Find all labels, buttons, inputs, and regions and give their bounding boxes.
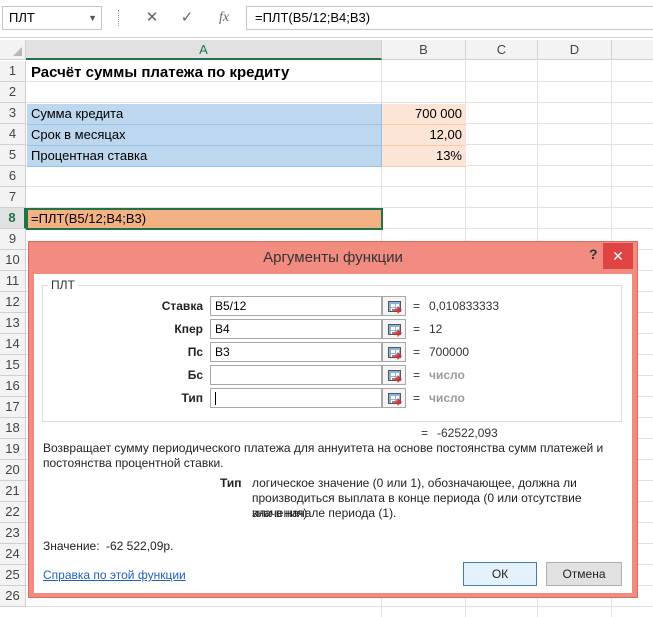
cell-a8-active[interactable]: =ПЛТ(B5/12;B4;B3) bbox=[26, 208, 383, 230]
row-header-21[interactable]: 21 bbox=[0, 481, 26, 502]
cell-b5[interactable]: 13% bbox=[382, 146, 466, 167]
row-header-15[interactable]: 15 bbox=[0, 355, 26, 376]
equals-sign: = bbox=[413, 322, 421, 336]
name-box[interactable]: ПЛТ ▼ bbox=[2, 6, 102, 30]
row-header-17[interactable]: 17 bbox=[0, 397, 26, 418]
equals-sign: = bbox=[413, 368, 421, 382]
row-header-7[interactable]: 7 bbox=[0, 187, 26, 208]
row-header-4[interactable]: 4 bbox=[0, 124, 26, 145]
help-icon[interactable]: ? bbox=[589, 246, 598, 262]
param-description-line1: логическое значение (0 или 1), обозначаю… bbox=[252, 476, 577, 490]
row-header-16[interactable]: 16 bbox=[0, 376, 26, 397]
arg-input-pv[interactable]: B3 bbox=[210, 342, 382, 362]
value-label: Значение: bbox=[43, 539, 100, 553]
row-header-20[interactable]: 20 bbox=[0, 460, 26, 481]
dialog-body: ПЛТ Ставка B5/12 = 0,010833333 Кпер B4 =… bbox=[34, 274, 632, 593]
row-header-26[interactable]: 26 bbox=[0, 586, 26, 607]
cell-a3[interactable]: Сумма кредита bbox=[27, 104, 382, 125]
cancel-button[interactable]: Отмена bbox=[546, 562, 622, 586]
row-header-13[interactable]: 13 bbox=[0, 313, 26, 334]
arg-result-nper: 12 bbox=[429, 322, 443, 336]
row-header-8[interactable]: 8 bbox=[0, 208, 26, 229]
param-description-line3: или в начале периода (1). bbox=[252, 506, 397, 520]
arg-result-pv: 700000 bbox=[429, 345, 470, 359]
row-header-12[interactable]: 12 bbox=[0, 292, 26, 313]
row-header-3[interactable]: 3 bbox=[0, 103, 26, 124]
function-description-line1: Возвращает сумму периодического платежа … bbox=[43, 441, 604, 455]
row-header-22[interactable]: 22 bbox=[0, 502, 26, 523]
enter-icon[interactable]: ✓ bbox=[175, 6, 199, 30]
arg-result-rate: 0,010833333 bbox=[429, 299, 500, 313]
collapse-dialog-button-nper[interactable] bbox=[382, 319, 406, 339]
cell-a4[interactable]: Срок в месяцах bbox=[27, 125, 382, 146]
close-icon[interactable]: ✕ bbox=[603, 243, 633, 269]
arg-input-nper[interactable]: B4 bbox=[210, 319, 382, 339]
function-name: ПЛТ bbox=[48, 278, 78, 292]
cell-a1[interactable]: Расчёт суммы платежа по кредиту bbox=[27, 62, 381, 83]
arg-label-type: Тип bbox=[181, 391, 204, 405]
ok-button[interactable]: ОК bbox=[463, 562, 537, 586]
arg-label-nper: Кпер bbox=[174, 322, 203, 336]
param-name: Тип bbox=[220, 476, 242, 490]
equals-sign: = bbox=[413, 299, 421, 313]
cell-b4[interactable]: 12,00 bbox=[382, 125, 466, 146]
function-description-line2: постоянства процентной ставки. bbox=[43, 456, 224, 470]
column-header-c[interactable]: C bbox=[466, 40, 538, 60]
formula-input[interactable]: =ПЛТ(B5/12;B4;B3) bbox=[246, 6, 653, 30]
row-header-24[interactable]: 24 bbox=[0, 544, 26, 565]
dialog-title[interactable]: Аргументы функции bbox=[29, 242, 637, 274]
row-header-18[interactable]: 18 bbox=[0, 418, 26, 439]
cancel-icon[interactable]: ✕ bbox=[140, 6, 164, 30]
arg-label-pv: Пс bbox=[187, 345, 203, 359]
collapse-dialog-button-fv[interactable] bbox=[382, 365, 406, 385]
equals-sign: = bbox=[421, 426, 429, 440]
row-header-25[interactable]: 25 bbox=[0, 565, 26, 586]
column-header-b[interactable]: B bbox=[382, 40, 466, 60]
chevron-down-icon[interactable]: ▼ bbox=[88, 7, 97, 29]
arg-label-rate: Ставка bbox=[161, 299, 203, 313]
collapse-dialog-button-pv[interactable] bbox=[382, 342, 406, 362]
row-header-5[interactable]: 5 bbox=[0, 145, 26, 166]
value-output: -62 522,09р. bbox=[106, 539, 174, 553]
row-header-19[interactable]: 19 bbox=[0, 439, 26, 460]
help-link[interactable]: Справка по этой функции bbox=[43, 568, 186, 582]
insert-function-icon[interactable]: fx bbox=[212, 6, 236, 30]
collapse-dialog-button-rate[interactable] bbox=[382, 296, 406, 316]
row-header-1[interactable]: 1 bbox=[0, 61, 26, 82]
formula-bar-grip[interactable] bbox=[118, 10, 120, 26]
formula-bar: ПЛТ ▼ ✕ ✓ fx =ПЛТ(B5/12;B4;B3) bbox=[0, 0, 653, 38]
cell-a5[interactable]: Процентная ставка bbox=[27, 146, 382, 167]
row-header-11[interactable]: 11 bbox=[0, 271, 26, 292]
name-box-value: ПЛТ bbox=[9, 10, 35, 25]
equals-sign: = bbox=[413, 345, 421, 359]
arg-label-fv: Бс bbox=[187, 368, 203, 382]
row-header-6[interactable]: 6 bbox=[0, 166, 26, 187]
function-group: ПЛТ Ставка B5/12 = 0,010833333 Кпер B4 =… bbox=[42, 278, 622, 422]
arg-input-type[interactable] bbox=[210, 388, 382, 408]
select-all-corner[interactable] bbox=[0, 40, 26, 60]
function-arguments-dialog: Аргументы функции ? ✕ ПЛТ Ставка B5/12 =… bbox=[28, 241, 638, 598]
column-header-a[interactable]: A bbox=[26, 40, 382, 60]
row-header-9[interactable]: 9 bbox=[0, 229, 26, 250]
collapse-dialog-button-type[interactable] bbox=[382, 388, 406, 408]
arg-result-fv: число bbox=[429, 368, 465, 382]
row-header-2[interactable]: 2 bbox=[0, 82, 26, 103]
row-header-23[interactable]: 23 bbox=[0, 523, 26, 544]
equals-sign: = bbox=[413, 391, 421, 405]
arg-input-fv[interactable] bbox=[210, 365, 382, 385]
row-header-14[interactable]: 14 bbox=[0, 334, 26, 355]
arg-input-rate[interactable]: B5/12 bbox=[210, 296, 382, 316]
column-header-d[interactable]: D bbox=[538, 40, 612, 60]
column-header-e[interactable] bbox=[612, 40, 653, 60]
arg-result-type: число bbox=[429, 391, 465, 405]
formula-result: -62522,093 bbox=[437, 426, 498, 440]
cell-b3[interactable]: 700 000 bbox=[382, 104, 466, 125]
row-header-10[interactable]: 10 bbox=[0, 250, 26, 271]
